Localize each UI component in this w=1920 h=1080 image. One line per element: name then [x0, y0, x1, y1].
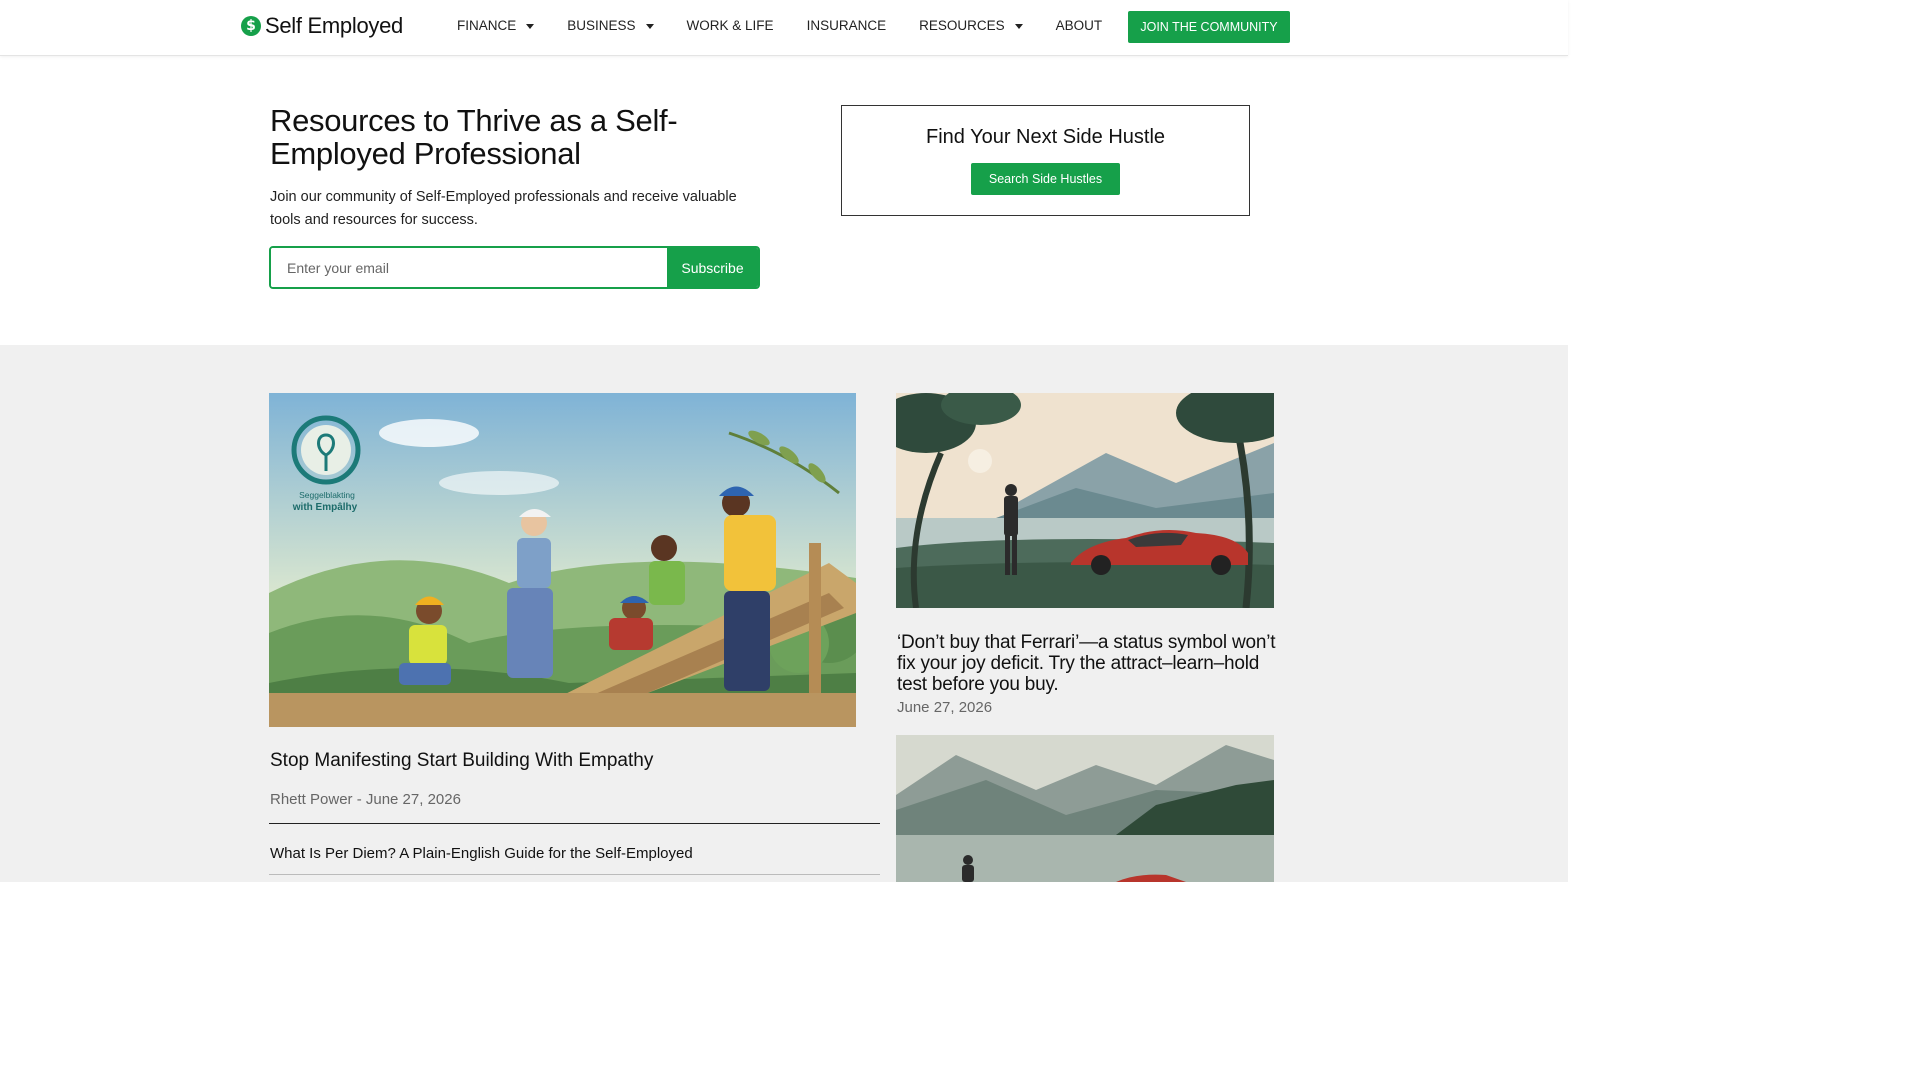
subscribe-button[interactable]: Subscribe — [667, 248, 758, 287]
nav-item-resources[interactable]: RESOURCES — [919, 18, 1023, 33]
caret-down-icon — [526, 24, 535, 29]
side-article-title[interactable]: ‘Don’t buy that Ferrari’—a status symbol… — [897, 632, 1277, 695]
newsletter-form: Subscribe — [269, 246, 760, 289]
caret-down-icon — [1014, 24, 1023, 29]
hero-description: Join our community of Self-Employed prof… — [270, 189, 737, 228]
hero-title: Resources to Thrive as a Self-Employed P… — [270, 103, 678, 171]
nav-item-about[interactable]: ABOUT — [1056, 18, 1103, 33]
side-article-date: June 27, 2026 — [897, 699, 993, 716]
side-hustle-box: Find Your Next Side Hustle Search Side H… — [841, 105, 1250, 216]
main-nav: FINANCE BUSINESS WORK & LIFE INSURANCE R… — [457, 18, 1102, 33]
nav-label: BUSINESS — [567, 18, 636, 33]
divider — [269, 823, 880, 824]
dollar-logo-icon: $ — [241, 16, 261, 36]
nav-label: INSURANCE — [806, 18, 887, 33]
related-article-link[interactable]: What Is Per Diem? A Plain-English Guide … — [270, 845, 693, 862]
logo-caption-line2: with Empâlhy — [292, 502, 358, 513]
side-hustle-title: Find Your Next Side Hustle — [925, 126, 1166, 148]
search-side-hustles-button[interactable]: Search Side Hustles — [971, 163, 1120, 195]
site-header: $ Self Employed FINANCE BUSINESS WORK & … — [0, 0, 1568, 56]
divider — [269, 874, 880, 875]
site-logo[interactable]: $ Self Employed — [241, 13, 403, 39]
nav-item-insurance[interactable]: INSURANCE — [807, 18, 887, 33]
featured-article-meta: Rhett Power - June 27, 2026 — [270, 791, 461, 808]
featured-article-title[interactable]: Stop Manifesting Start Building With Emp… — [270, 750, 653, 772]
nav-item-work-life[interactable]: WORK & LIFE — [687, 18, 774, 33]
construction-workers-illustration: Seggelblakting with Empâlhy — [269, 393, 856, 727]
man-lake-red-car-illustration — [896, 393, 1274, 608]
nav-label: FINANCE — [457, 18, 517, 33]
side-article-image[interactable] — [896, 393, 1274, 608]
nav-item-business[interactable]: BUSINESS — [567, 18, 654, 33]
join-community-button[interactable]: JOIN THE COMMUNITY — [1128, 11, 1290, 43]
nav-label: RESOURCES — [919, 18, 1005, 33]
logo-caption-line1: Seggelblakting — [299, 490, 355, 500]
logo-text: Self Employed — [265, 13, 403, 38]
caret-down-icon — [645, 24, 654, 29]
email-input[interactable] — [271, 248, 667, 287]
nav-label: ABOUT — [1055, 18, 1103, 33]
nav-label: WORK & LIFE — [686, 18, 774, 33]
nav-item-finance[interactable]: FINANCE — [457, 18, 535, 33]
mountain-lake-illustration — [896, 735, 1274, 882]
side-article-image-2[interactable] — [896, 735, 1274, 882]
featured-article-image[interactable]: Seggelblakting with Empâlhy — [269, 393, 856, 727]
